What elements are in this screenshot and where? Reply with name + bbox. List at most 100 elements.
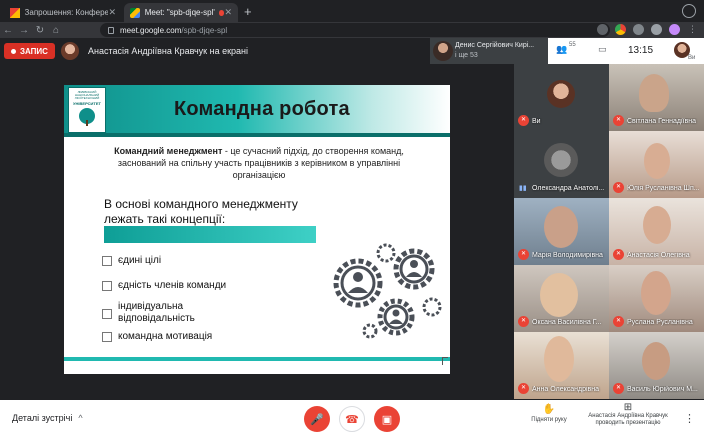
- close-icon[interactable]: ✕: [108, 7, 116, 18]
- meeting-details-label: Деталі зустрічі: [12, 413, 73, 423]
- menu-icon[interactable]: ⋮: [687, 24, 698, 35]
- participant-name: Анна Олександрівна: [532, 386, 599, 393]
- mic-off-icon: ✕: [613, 316, 624, 327]
- tree-icon: [79, 108, 95, 126]
- list-item-label: єдність членів команди: [118, 280, 227, 291]
- participant-grid: ✕ Ви ✕ Світлана Геннадіївна ▮▮ Олександр…: [514, 64, 704, 400]
- team-gears-icon: [333, 243, 442, 339]
- participant-name: Олександра Анатолі...: [532, 185, 605, 192]
- participant-name: Оксана Василівна Г...: [532, 319, 602, 326]
- participant-tile[interactable]: ✕ Оксана Василівна Г...: [514, 265, 609, 332]
- mic-off-icon: ✕: [518, 249, 529, 260]
- participant-tile[interactable]: ✕ Юлія Русланівна Шп...: [609, 131, 704, 198]
- window-control-icon[interactable]: [682, 4, 696, 18]
- presentation-button[interactable]: ⊞ Анастасія Андріївна Кравчук проводить …: [582, 402, 674, 427]
- hang-up-icon: ☎: [345, 413, 359, 426]
- cursor-icon: [442, 357, 448, 365]
- leave-call-button[interactable]: ☎: [339, 406, 365, 432]
- mic-toggle-button[interactable]: 🎤: [304, 406, 330, 432]
- university-logo: ЛЬВІВСЬКИЙ НАЦІОНАЛЬНИЙ ЛІСОТЕХНІЧНИЙ УН…: [68, 87, 106, 133]
- mic-off-icon: 🎤: [310, 413, 324, 426]
- new-tab-icon[interactable]: +: [244, 4, 252, 19]
- checkbox-icon: [102, 256, 112, 266]
- puzzle-icon[interactable]: [651, 24, 662, 35]
- tab-invitation-title: Запрошення: Конференція "С: [24, 8, 109, 17]
- participant-tile[interactable]: ✕ Анна Олександрівна: [514, 332, 609, 399]
- address-bar: ← → ↻ ⌂ meet.google.com/spb-djqe-spl ⋮: [0, 22, 704, 38]
- mic-off-icon: ✕: [518, 316, 529, 327]
- basis-heading: В основі командного менеджменту лежать т…: [104, 197, 298, 227]
- url-path: /spb-djqe-spl: [181, 25, 228, 35]
- list-item: індивідуальна відповідальність: [102, 301, 228, 325]
- meet-window: Запрошення: Конференція "С ✕ Meet: "spb-…: [0, 0, 704, 440]
- chrome-ext-icon[interactable]: [615, 24, 626, 35]
- chat-icon[interactable]: ▭: [598, 44, 607, 55]
- teal-accent-bar: [104, 226, 316, 243]
- participant-tile[interactable]: ✕ Ви: [514, 64, 609, 131]
- meeting-details-button[interactable]: Деталі зустрічі ^: [12, 413, 83, 423]
- mic-off-icon: ✕: [613, 115, 624, 126]
- mic-off-icon: ✕: [518, 383, 529, 394]
- reload-icon[interactable]: ↻: [32, 25, 48, 36]
- participant-tile[interactable]: ✕ Марія Володимирівна: [514, 198, 609, 265]
- hand-icon: ✋: [542, 404, 556, 415]
- participant-name: Світлана Геннадіївна: [627, 118, 696, 125]
- back-icon[interactable]: ←: [0, 25, 16, 36]
- url-host: meet.google.com: [120, 25, 182, 35]
- people-count: 55: [569, 42, 576, 48]
- participant-tile[interactable]: ▮▮ Олександра Анатолі...: [514, 131, 609, 198]
- checkbox-icon: [102, 309, 112, 319]
- camera-toggle-button[interactable]: ▣: [374, 406, 400, 432]
- present-line1: Анастасія Андріївна Кравчук: [588, 413, 668, 419]
- present-screen-icon: ⊞: [623, 402, 633, 413]
- clock: 13:15: [628, 45, 654, 56]
- tab-invitation[interactable]: Запрошення: Конференція "С ✕: [4, 3, 122, 22]
- list-item-label: командна мотивація: [118, 331, 213, 342]
- participant-name: Анастасія Олегівна: [627, 252, 690, 259]
- participant-tile[interactable]: ✕ Василь Юрійович М...: [609, 332, 704, 399]
- intro-bold: Командний менеджмент: [114, 146, 223, 156]
- participant-tile[interactable]: ✕ Світлана Геннадіївна: [609, 64, 704, 131]
- camera-ext-icon[interactable]: [597, 24, 608, 35]
- people-icon[interactable]: 👥: [556, 44, 567, 55]
- speaker-avatar: [433, 41, 453, 61]
- logo-name: УНІВЕРСИТЕТ: [73, 101, 101, 106]
- audio-level-icon: ▮▮: [519, 185, 527, 192]
- url-input[interactable]: meet.google.com/spb-djqe-spl: [100, 23, 610, 37]
- active-speaker[interactable]: Денис Сергійович Кирі... і ще 53: [430, 38, 548, 64]
- forward-icon[interactable]: →: [16, 25, 32, 36]
- logo-top-text: ЛЬВІВСЬКИЙ НАЦІОНАЛЬНИЙ ЛІСОТЕХНІЧНИЙ: [74, 90, 100, 100]
- browser-tab-strip: Запрошення: Конференція "С ✕ Meet: "spb-…: [0, 0, 704, 22]
- list-item-label: єдині цілі: [118, 255, 162, 266]
- recording-badge[interactable]: ЗАПИС: [4, 43, 55, 59]
- list-item-label: індивідуальна відповідальність: [118, 301, 195, 324]
- participant-name: Василь Юрійович М...: [627, 386, 698, 393]
- gear-icon[interactable]: [633, 24, 644, 35]
- tab-meet[interactable]: Meet: "spb-djqe-spl" ✕: [124, 3, 238, 22]
- slide-intro: Командний менеджмент - це сучасний підхі…: [94, 145, 424, 181]
- me-label: Ви: [688, 55, 696, 61]
- slide-title: Командна робота: [174, 98, 350, 120]
- participant-name: Ви: [532, 118, 541, 125]
- participant-tile[interactable]: ✕ Руслана Русланівна: [609, 265, 704, 332]
- checkbox-icon: [102, 281, 112, 291]
- participant-name: Юлія Русланівна Шп...: [627, 185, 700, 192]
- raise-hand-button[interactable]: ✋ Підняти руку: [524, 404, 574, 423]
- lock-icon: [108, 26, 114, 34]
- mic-off-icon: ✕: [613, 383, 624, 394]
- slide-footer-bar: [64, 357, 450, 361]
- close-icon[interactable]: ✕: [224, 7, 232, 18]
- raise-hand-label: Підняти руку: [531, 417, 567, 423]
- list-item: єдині цілі: [102, 255, 161, 266]
- participant-tile[interactable]: ✕ Анастасія Олегівна: [609, 198, 704, 265]
- presenting-label: Анастасія Андріївна Кравчук на екрані: [88, 46, 249, 56]
- speaker-more: і ще 53: [455, 52, 478, 59]
- home-icon[interactable]: ⌂: [48, 25, 64, 36]
- mic-off-icon: ✕: [613, 249, 624, 260]
- gmail-icon: [10, 7, 20, 18]
- profile-icon[interactable]: [669, 24, 680, 35]
- speaker-name: Денис Сергійович Кирі...: [455, 42, 535, 49]
- presenter-avatar: [61, 42, 79, 60]
- camera-off-icon: ▣: [381, 413, 393, 426]
- more-options-icon[interactable]: ⋮: [684, 412, 695, 425]
